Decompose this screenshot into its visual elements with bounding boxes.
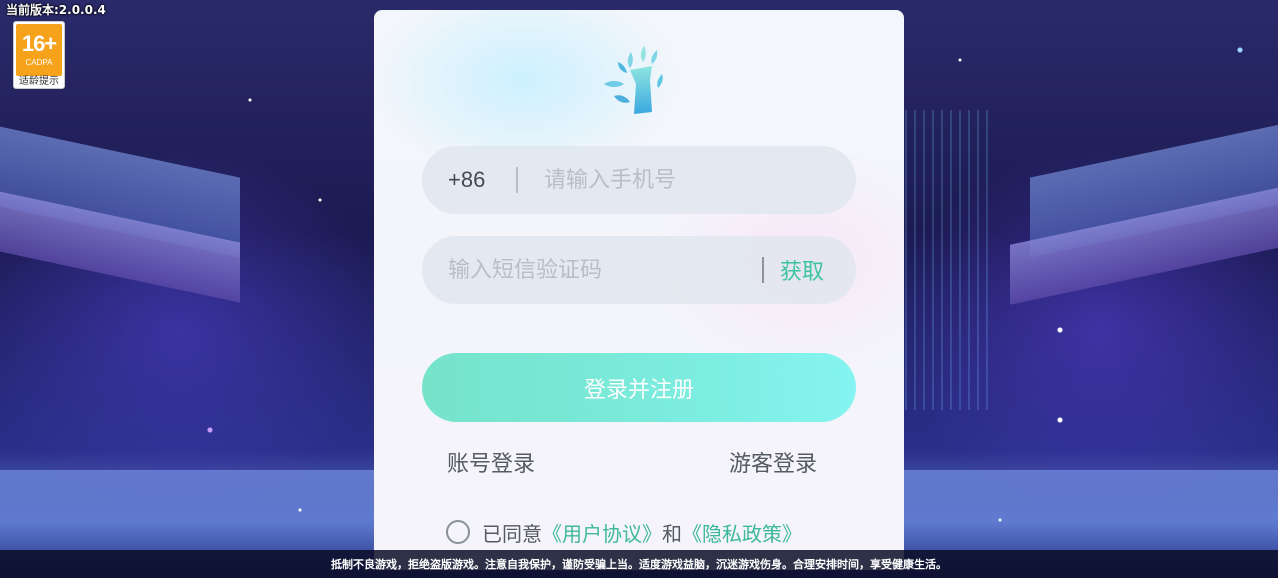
age-rating-badge[interactable]: 16+ CADPA 适龄提示 (13, 21, 65, 89)
agreement-row: 已同意 《用户协议》 和 《隐私政策》 (446, 518, 802, 547)
user-agreement-link[interactable]: 《用户协议》 (542, 518, 662, 547)
privacy-policy-link[interactable]: 《隐私政策》 (682, 518, 802, 547)
field-divider (516, 167, 518, 193)
phone-field: +86 (422, 146, 856, 214)
get-code-button[interactable]: 获取 (780, 254, 824, 286)
version-label: 当前版本:2.0.0.4 (6, 3, 106, 17)
sms-code-input[interactable] (448, 257, 748, 283)
health-notice-text: 抵制不良游戏，拒绝盗版游戏。注意自我保护，谨防受骗上当。适度游戏益脑，沉迷游戏伤… (331, 558, 947, 571)
login-panel: +86 获取 登录并注册 账号登录 游客登录 已同意 《用户协议》 和 《隐私政… (374, 10, 904, 570)
account-login-link[interactable]: 账号登录 (447, 446, 535, 478)
guest-login-link[interactable]: 游客登录 (729, 446, 817, 478)
leaf-logo-icon (604, 46, 663, 114)
phone-input[interactable] (544, 167, 824, 193)
age-rating-tip: 适龄提示 (19, 76, 59, 87)
age-rating-box: 16+ CADPA (16, 24, 62, 76)
sms-code-field: 获取 (422, 236, 856, 304)
agreement-radio[interactable] (446, 520, 470, 544)
age-rating-org: CADPA (25, 58, 53, 67)
agreement-prefix: 已同意 (482, 521, 542, 546)
country-code[interactable]: +86 (448, 167, 496, 193)
field-divider (762, 257, 764, 283)
agreement-connector: 和 (662, 521, 682, 546)
health-notice-bar: 抵制不良游戏，拒绝盗版游戏。注意自我保护，谨防受骗上当。适度游戏益脑，沉迷游戏伤… (0, 550, 1278, 578)
login-register-button[interactable]: 登录并注册 (422, 353, 856, 422)
age-rating-number: 16+ (21, 31, 57, 56)
